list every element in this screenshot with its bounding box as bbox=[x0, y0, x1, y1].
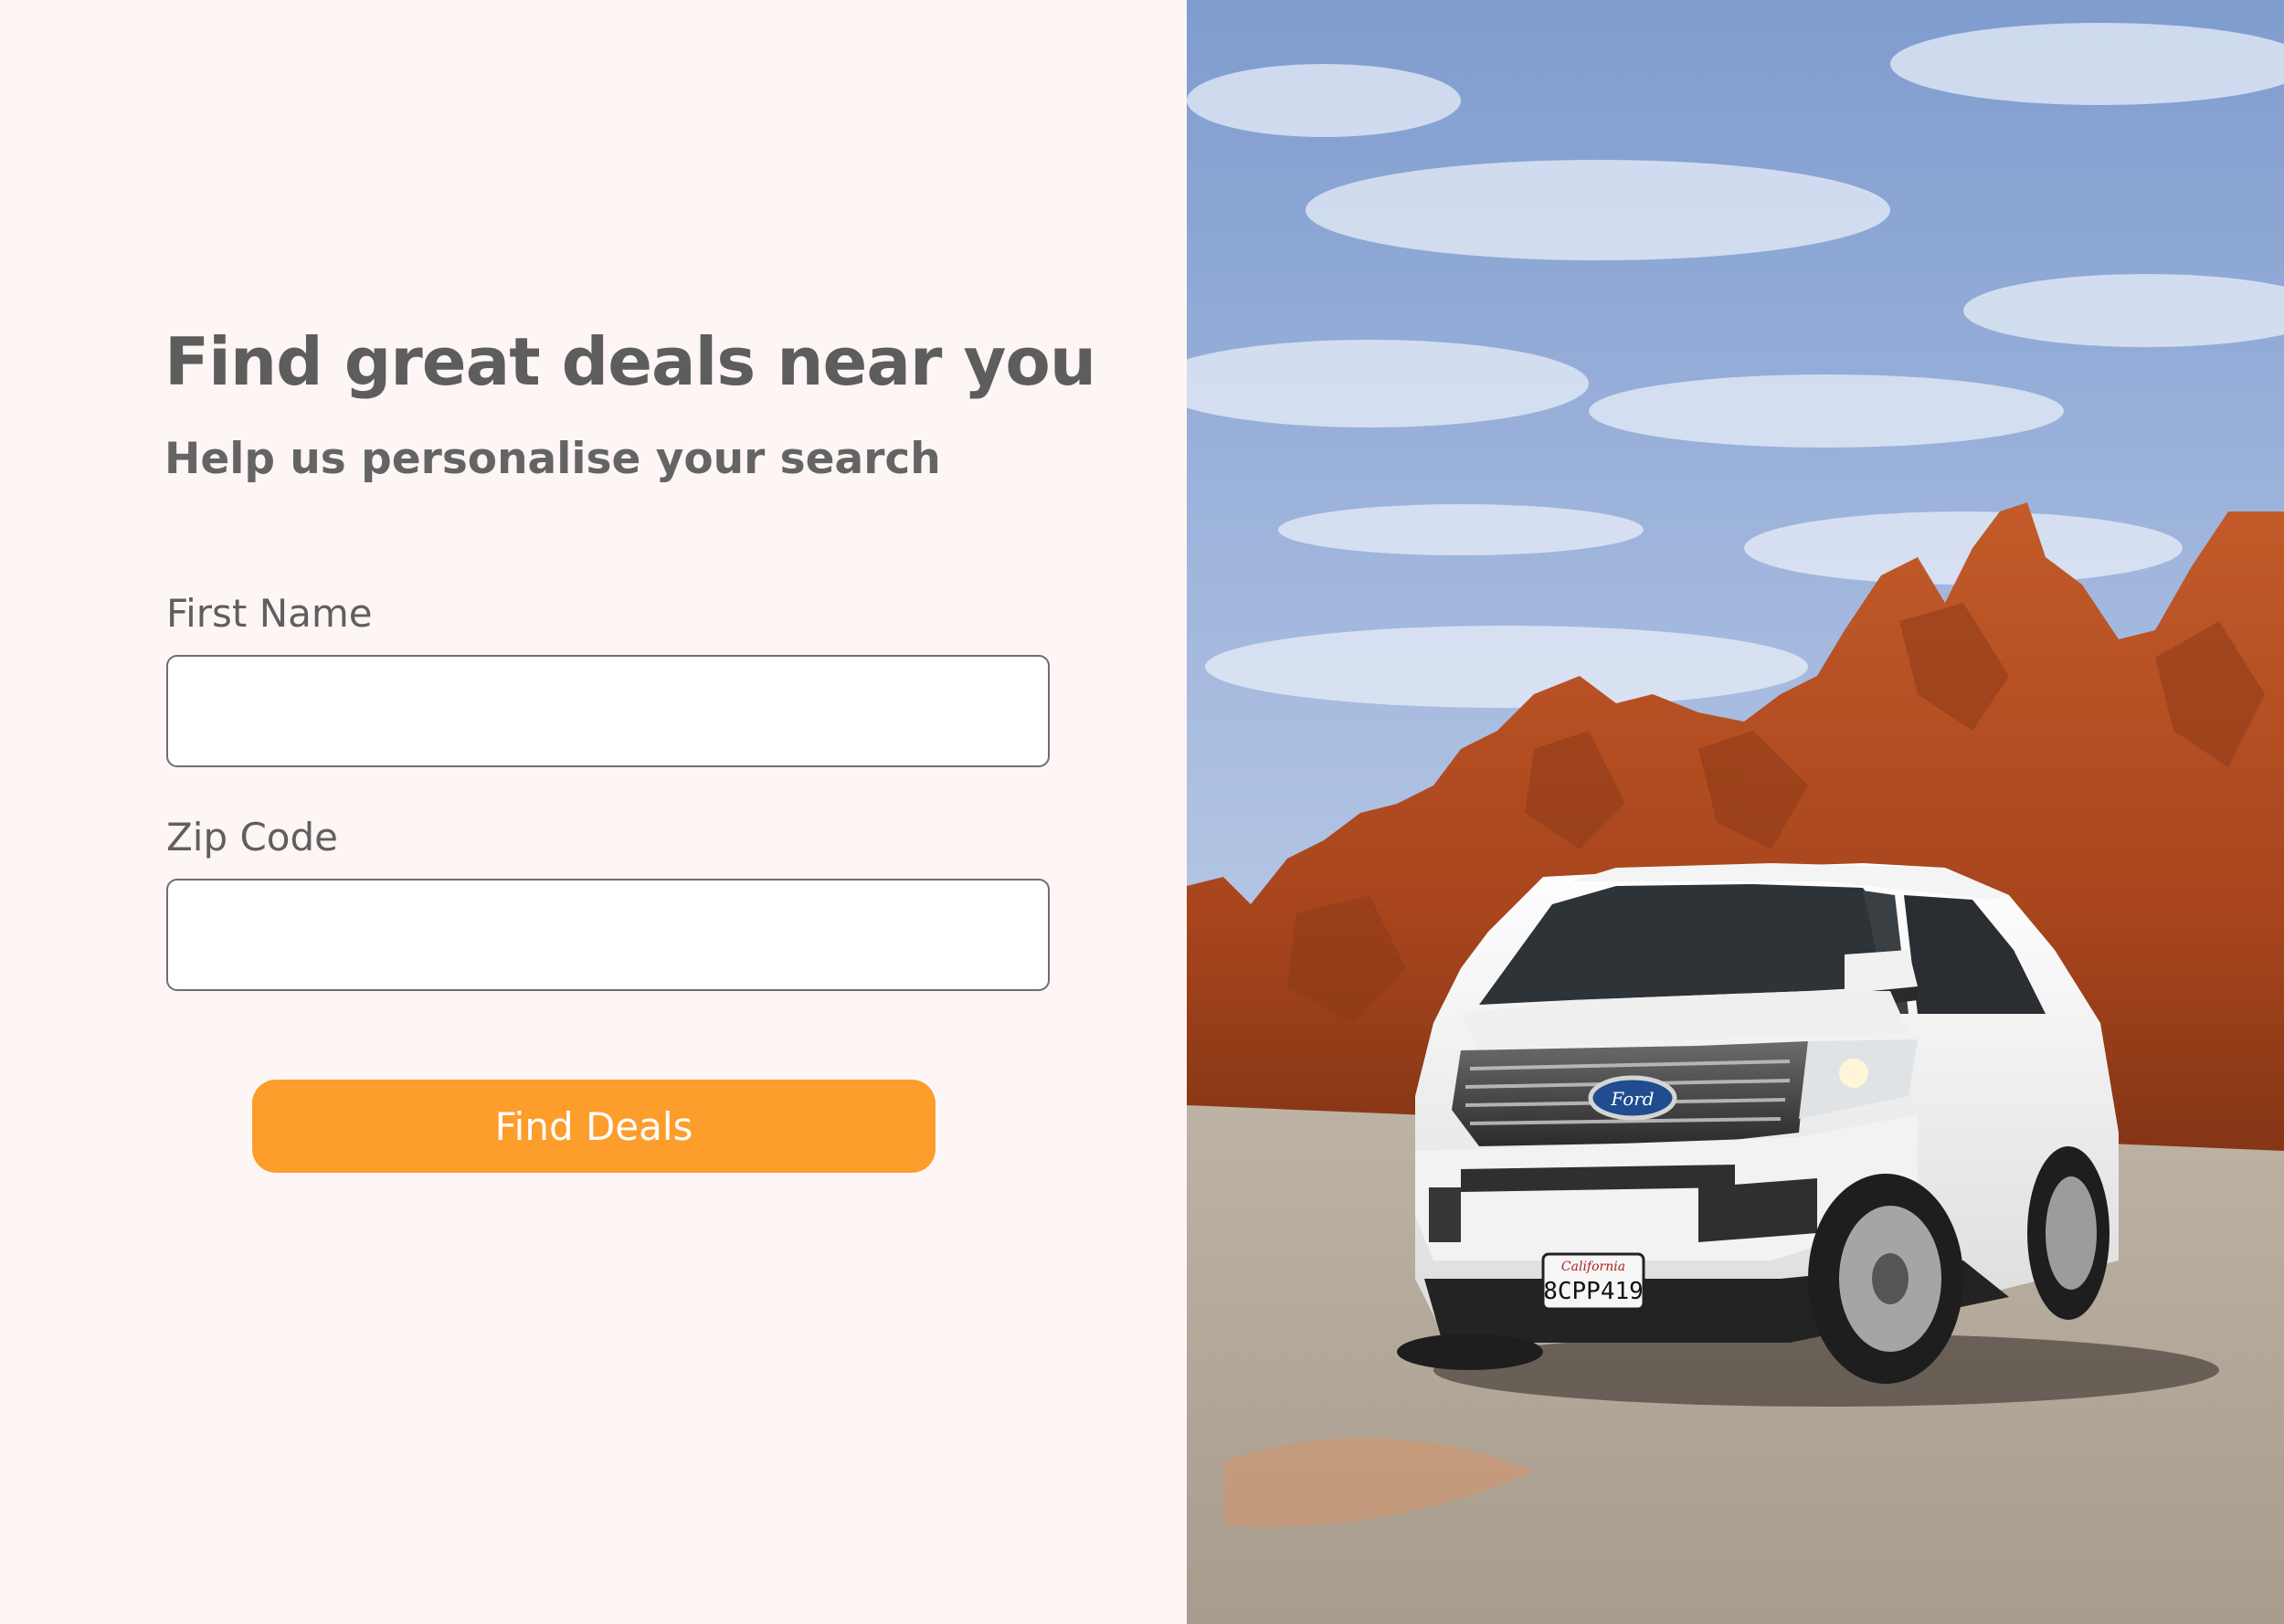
page-title: Find great deals near you bbox=[164, 323, 1096, 400]
suv-desert-photo: Ford California 8CPP419 bbox=[1187, 0, 2284, 1624]
hero-photo: Ford California 8CPP419 bbox=[1187, 0, 2284, 1624]
deal-finder-page: Find great deals near you Help us person… bbox=[0, 0, 2284, 1624]
ford-logo-text: Ford bbox=[1610, 1088, 1654, 1110]
zip-code-label: Zip Code bbox=[166, 815, 338, 859]
find-deals-button[interactable]: Find Deals bbox=[252, 1080, 936, 1173]
first-name-input[interactable] bbox=[166, 655, 1050, 767]
zip-code-input[interactable] bbox=[166, 879, 1050, 991]
license-plate-number: 8CPP419 bbox=[1543, 1278, 1644, 1305]
form-panel: Find great deals near you Help us person… bbox=[0, 0, 1187, 1624]
page-subtitle: Help us personalise your search bbox=[164, 434, 941, 484]
license-plate-state: California bbox=[1561, 1260, 1625, 1274]
first-name-label: First Name bbox=[166, 591, 373, 636]
